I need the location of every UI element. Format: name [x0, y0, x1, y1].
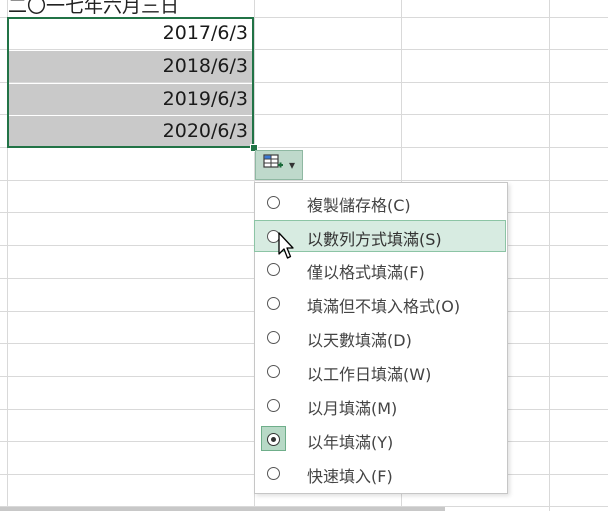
date-cell-2[interactable]: 2018/6/3	[8, 51, 252, 82]
menu-item-label: 以月填滿(M)	[307, 399, 398, 418]
menu-item-fill-years[interactable]: 以年填滿(Y)	[255, 423, 507, 455]
date-cell-4[interactable]: 2020/6/3	[8, 116, 252, 147]
date-cell-3[interactable]: 2019/6/3	[8, 84, 252, 115]
menu-item-fill-without-formatting[interactable]: 填滿但不填入格式(O)	[255, 287, 507, 319]
menu-item-label: 複製儲存格(C)	[307, 196, 411, 215]
menu-item-label: 僅以格式填滿(F)	[307, 263, 425, 282]
menu-item-label: 以工作日填滿(W)	[307, 365, 432, 384]
radio-icon[interactable]	[267, 297, 280, 310]
header-date-cell[interactable]: 二〇一七年六月三日	[8, 0, 252, 17]
radio-icon[interactable]	[267, 331, 280, 344]
menu-item-label: 以數列方式填滿(S)	[307, 230, 442, 249]
menu-item-label: 以年填滿(Y)	[307, 433, 394, 452]
grid-line	[0, 49, 608, 50]
menu-item-copy-cells[interactable]: 複製儲存格(C)	[255, 186, 507, 218]
radio-icon[interactable]	[267, 467, 280, 480]
grid-line	[0, 82, 608, 83]
menu-item-label: 填滿但不填入格式(O)	[307, 297, 461, 316]
mouse-cursor-icon	[276, 232, 294, 266]
menu-item-label: 快速填入(F)	[307, 467, 393, 486]
radio-checked-icon[interactable]	[267, 433, 280, 446]
menu-item-fill-weekdays[interactable]: 以工作日填滿(W)	[255, 355, 507, 387]
autofill-options-button[interactable]: ▾	[255, 150, 303, 180]
date-cell-1[interactable]: 2017/6/3	[8, 18, 252, 49]
grid-line	[0, 147, 608, 148]
grid-line	[549, 0, 550, 511]
radio-icon[interactable]	[267, 399, 280, 412]
autofill-options-icon	[263, 153, 285, 177]
chevron-down-icon: ▾	[288, 158, 296, 172]
menu-item-flash-fill[interactable]: 快速填入(F)	[255, 457, 507, 489]
grid-line	[0, 180, 608, 181]
autofill-options-menu: 複製儲存格(C) 以數列方式填滿(S) 僅以格式填滿(F) 填滿但不填入格式(O…	[254, 182, 508, 494]
menu-item-fill-days[interactable]: 以天數填滿(D)	[255, 321, 507, 353]
menu-item-label: 以天數填滿(D)	[307, 331, 412, 350]
horizontal-scrollbar[interactable]	[0, 507, 445, 511]
menu-item-fill-months[interactable]: 以月填滿(M)	[255, 389, 507, 421]
radio-icon[interactable]	[267, 365, 280, 378]
radio-icon[interactable]	[267, 196, 280, 209]
